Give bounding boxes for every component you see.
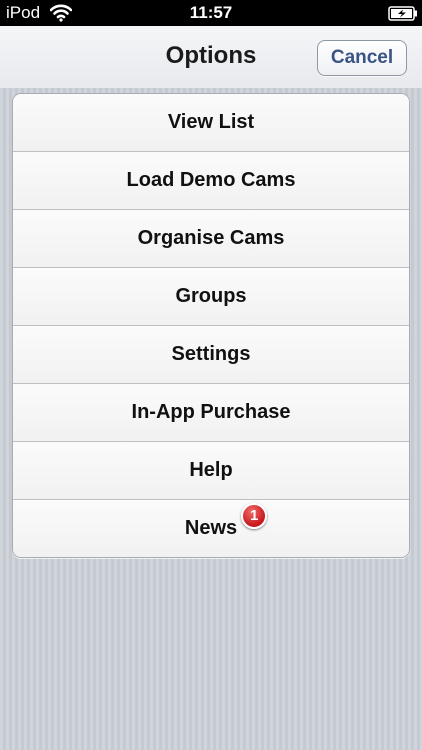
option-in-app-purchase[interactable]: In-App Purchase xyxy=(13,383,409,441)
option-help[interactable]: Help xyxy=(13,441,409,499)
option-label: Load Demo Cams xyxy=(126,169,296,191)
option-organise-cams[interactable]: Organise Cams xyxy=(13,209,409,267)
option-label: View List xyxy=(167,111,255,133)
option-view-list[interactable]: View List xyxy=(13,94,409,151)
option-label: News xyxy=(184,517,238,539)
status-time: 11:57 xyxy=(189,3,233,22)
option-news[interactable]: News 1 xyxy=(13,499,409,557)
cancel-button[interactable]: Cancel xyxy=(317,40,407,76)
option-groups[interactable]: Groups xyxy=(13,267,409,325)
navigation-bar: Options Cancel xyxy=(0,26,422,88)
status-bar: iPod 11:57 xyxy=(0,0,422,26)
options-list: View List Load Demo Cams Organise Cams G… xyxy=(12,93,410,558)
option-load-demo-cams[interactable]: Load Demo Cams xyxy=(13,151,409,209)
option-label: Organise Cams xyxy=(137,227,285,249)
option-label: Help xyxy=(189,459,233,481)
option-label: Groups xyxy=(175,285,247,307)
news-badge: 1 xyxy=(241,503,268,529)
option-settings[interactable]: Settings xyxy=(13,325,409,383)
option-label: Settings xyxy=(171,343,251,365)
battery-charging-icon xyxy=(388,6,417,21)
option-label: In-App Purchase xyxy=(131,401,291,423)
news-label-wrap: News 1 xyxy=(184,500,268,557)
